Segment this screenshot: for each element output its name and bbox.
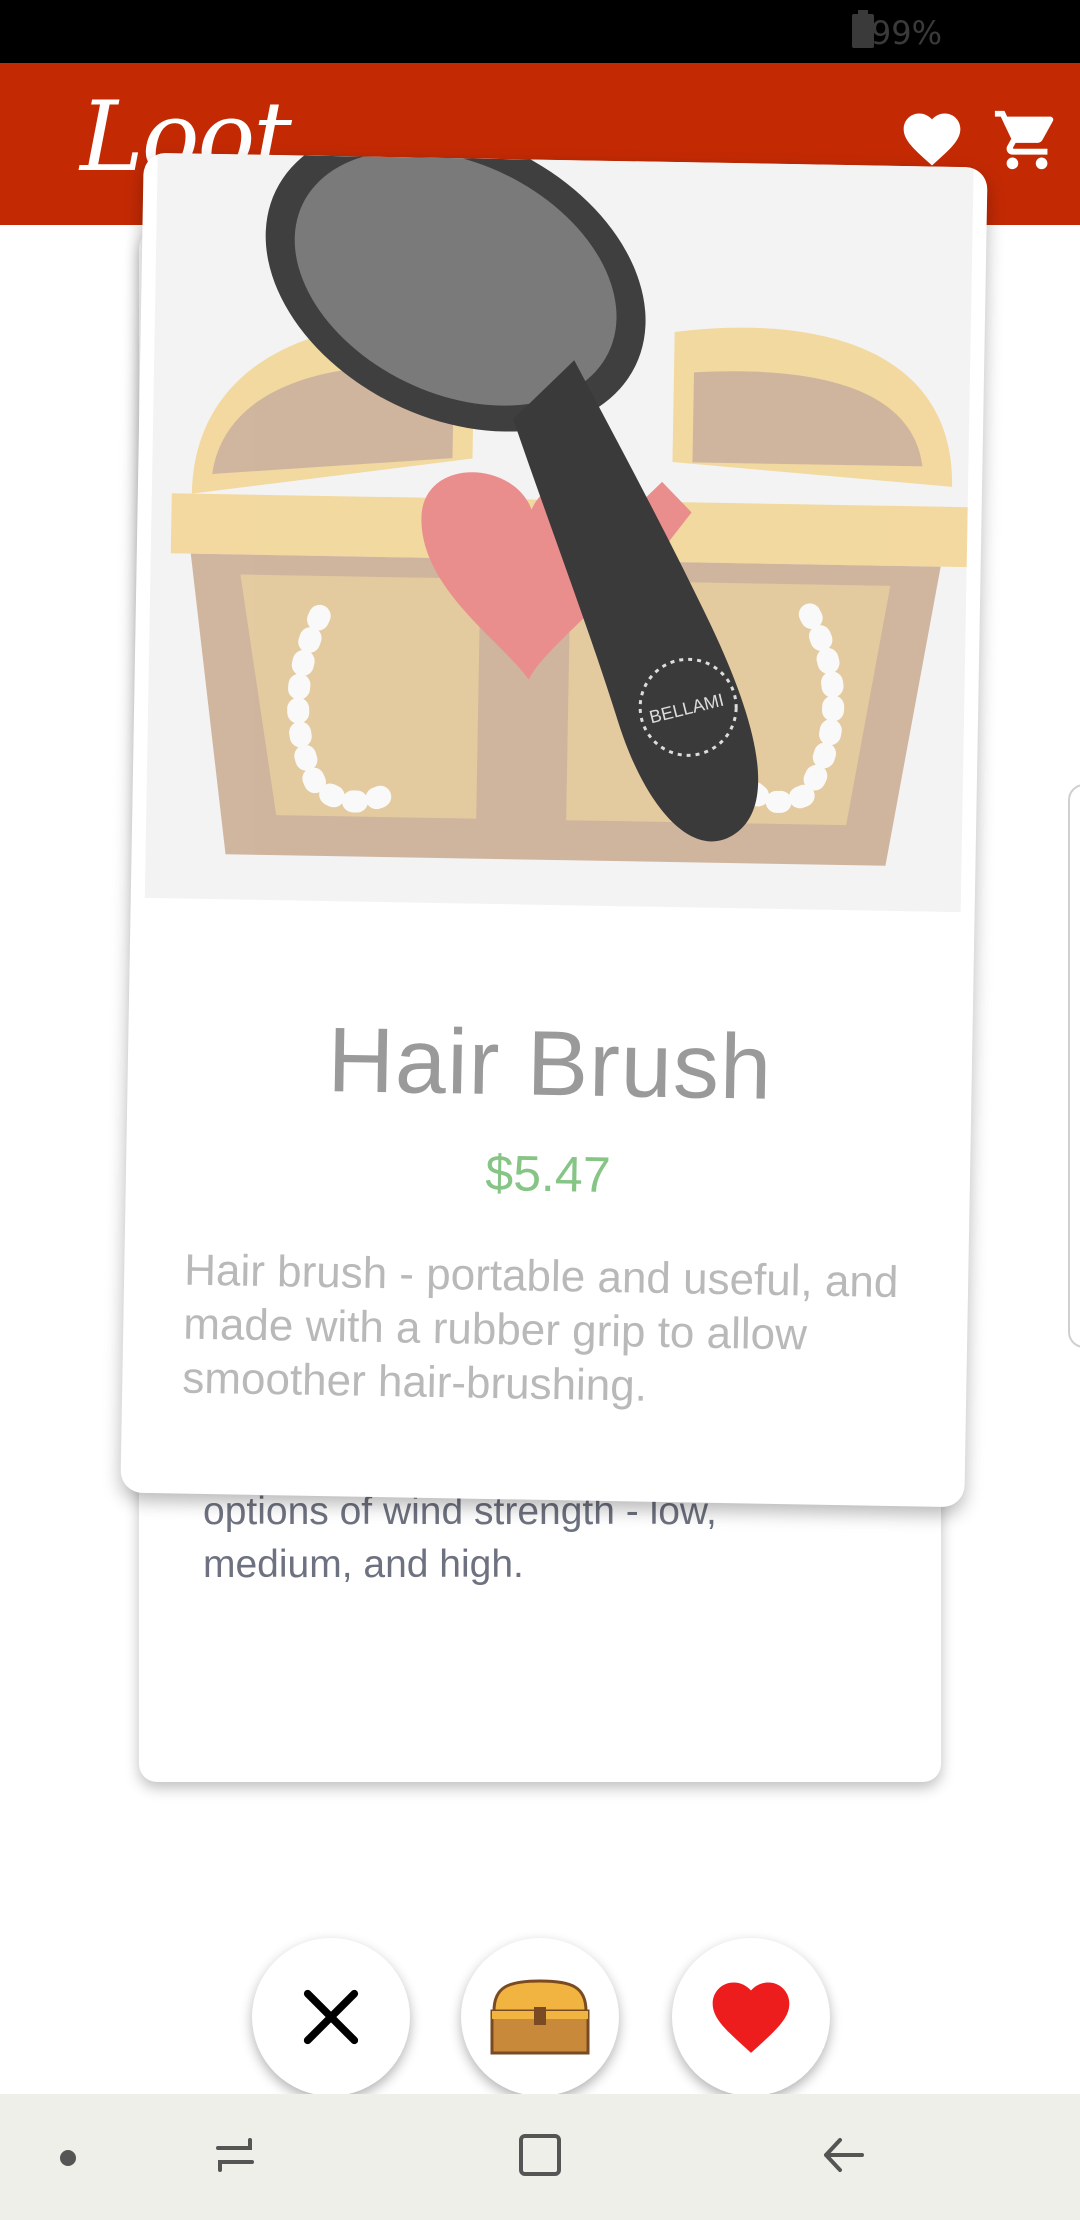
next-card-edge xyxy=(1068,784,1080,1348)
like-button[interactable] xyxy=(672,1938,830,2096)
treasure-chest-button[interactable] xyxy=(461,1938,619,2096)
front-product-card[interactable]: BELLAMI Hair Brush $5.47 Hair brush - po… xyxy=(120,152,988,1508)
system-nav-bar xyxy=(0,2094,1080,2220)
product-image: BELLAMI xyxy=(144,152,974,913)
heart-icon xyxy=(712,1982,790,2053)
product-title: Hair Brush xyxy=(326,1009,774,1119)
status-bar: 99% xyxy=(0,0,1080,63)
battery-level: 99% xyxy=(870,14,942,52)
product-description: Hair brush - portable and useful, and ma… xyxy=(181,1245,899,1411)
heart-icon[interactable] xyxy=(898,105,966,173)
home-icon[interactable] xyxy=(515,2130,565,2180)
back-icon[interactable] xyxy=(818,2130,870,2180)
product-price: $5.47 xyxy=(484,1144,612,1204)
product-illustration: BELLAMI xyxy=(170,152,972,866)
close-icon xyxy=(303,1989,359,2045)
dislike-button[interactable] xyxy=(252,1938,410,2096)
treasure-chest-icon xyxy=(490,1979,590,2055)
cart-icon[interactable] xyxy=(992,105,1062,175)
recents-icon[interactable] xyxy=(210,2130,260,2180)
nav-dot[interactable] xyxy=(60,2150,76,2166)
